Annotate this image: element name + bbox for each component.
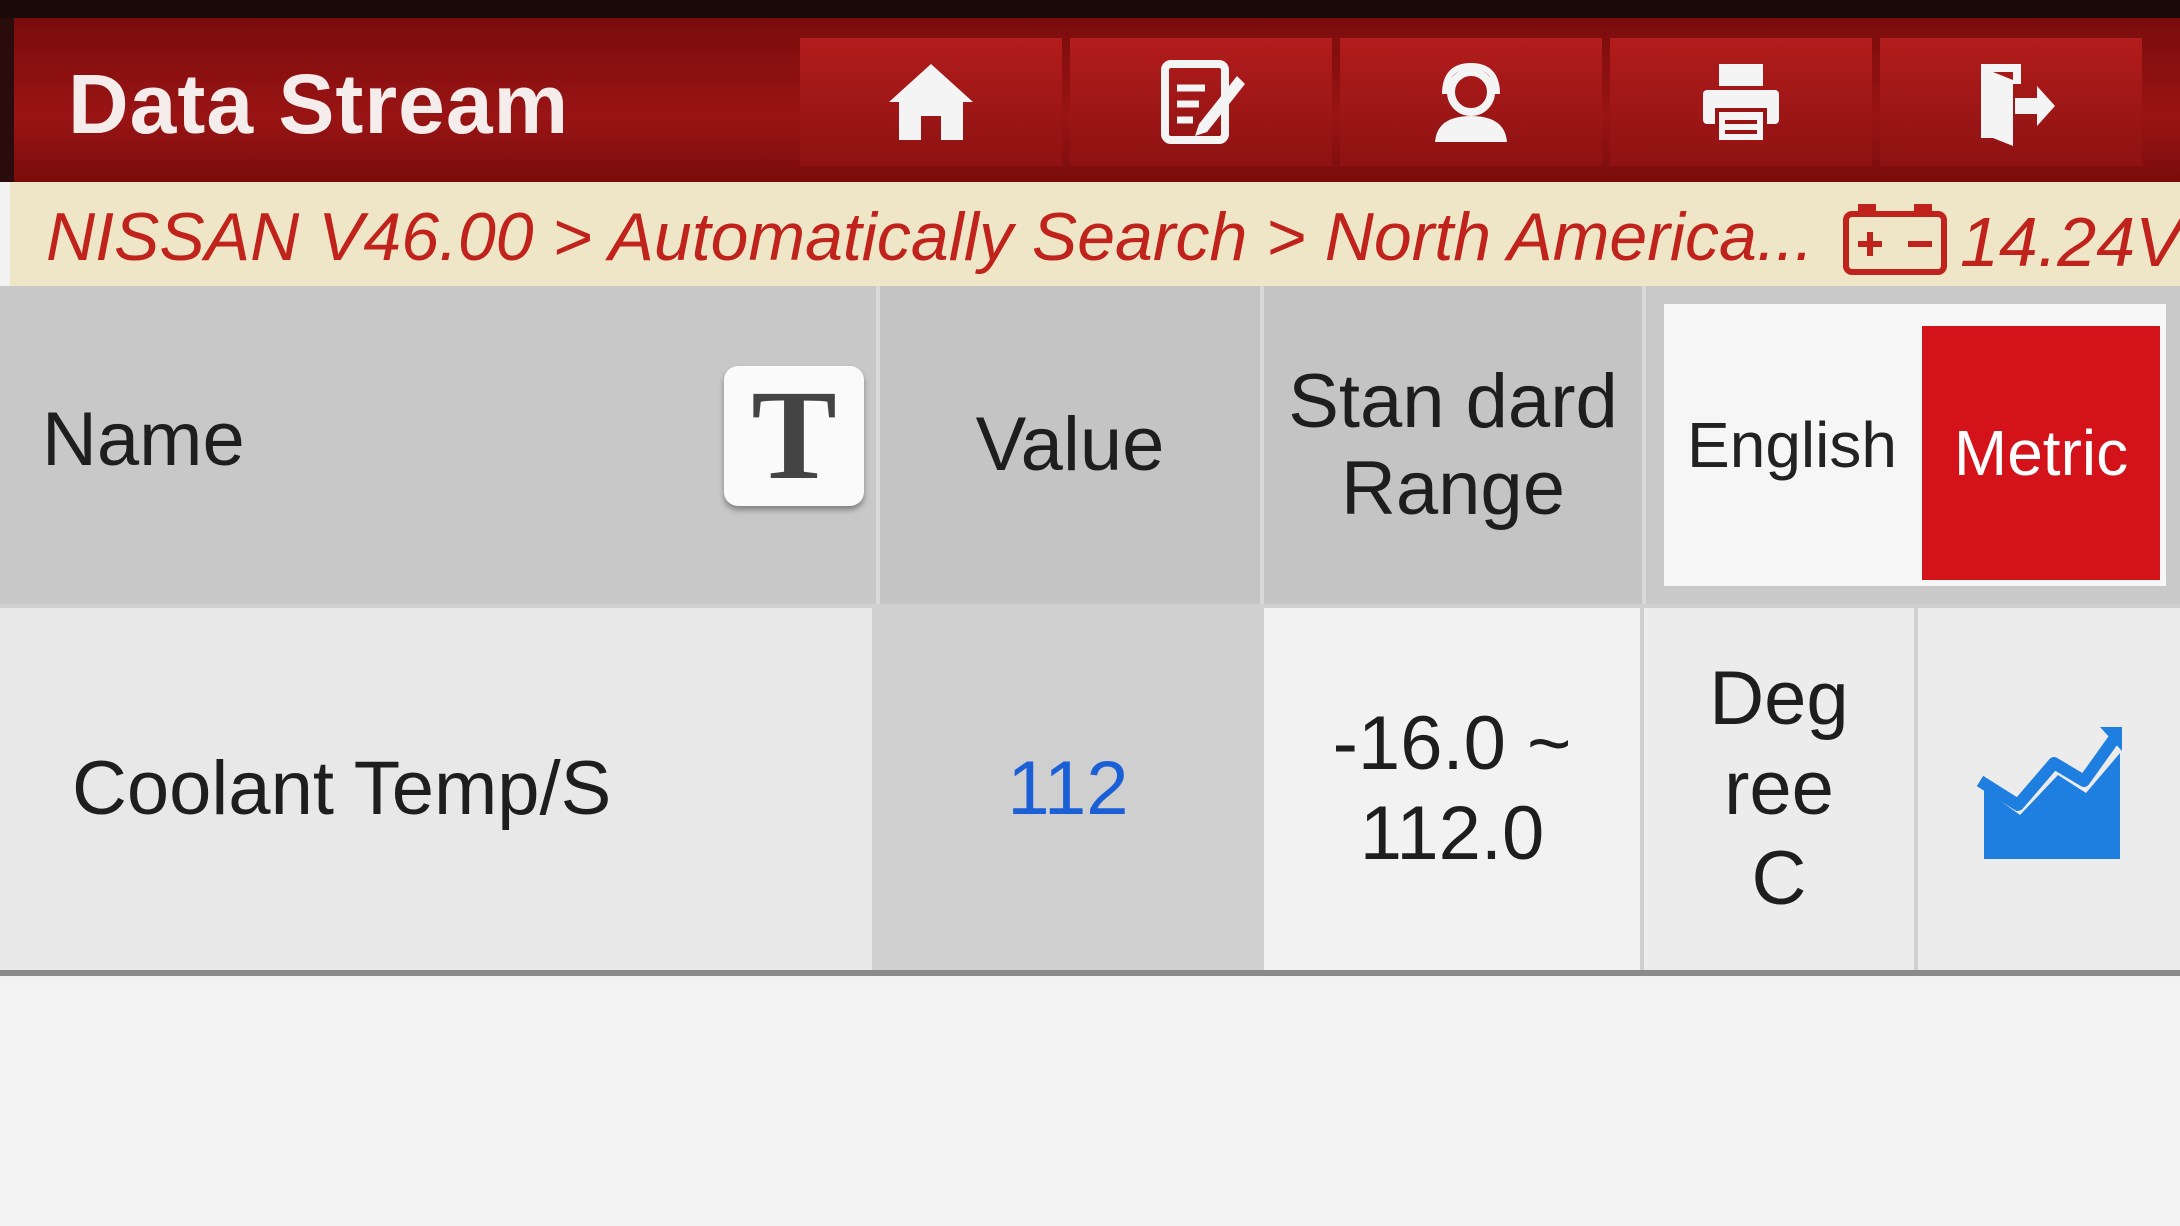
user-support-button[interactable] — [1340, 38, 1602, 166]
column-header-value: Value — [880, 286, 1264, 604]
row-name: Coolant Temp/S — [0, 608, 876, 970]
battery-voltage: 14.24V — [1960, 203, 2180, 281]
graph-button[interactable] — [1918, 608, 2180, 970]
edit-report-icon — [1161, 60, 1245, 144]
edit-report-button[interactable] — [1070, 38, 1332, 166]
column-name-label: Name — [42, 397, 245, 482]
row-value: 112 — [876, 608, 1264, 970]
text-size-button[interactable]: T — [724, 364, 864, 506]
unit-toggle: English Metric — [1664, 304, 2166, 586]
breadcrumb: NISSAN V46.00 > Automatically Search > N… — [10, 182, 2180, 286]
header-edge — [0, 18, 14, 182]
row-unit-text: Deg ree C — [1709, 656, 1849, 921]
exit-icon — [1981, 64, 2055, 146]
page-title: Data Stream — [68, 57, 570, 151]
table-row[interactable]: Coolant Temp/S 112 -16.0 ~ 112.0 Deg ree… — [0, 604, 2180, 976]
exit-button[interactable] — [1880, 38, 2142, 166]
print-button[interactable] — [1610, 38, 1872, 166]
column-header-name: Name T — [0, 286, 880, 604]
empty-area — [0, 982, 2180, 1226]
app-header: Data Stream — [0, 18, 2180, 182]
status-strip — [0, 0, 2180, 18]
battery-icon — [1843, 204, 1947, 275]
unit-english-button[interactable]: English — [1664, 304, 1920, 586]
breadcrumb-path: NISSAN V46.00 > Automatically Search > N… — [46, 199, 1814, 275]
home-icon — [889, 64, 973, 140]
home-button[interactable] — [800, 38, 1062, 166]
row-range: -16.0 ~ 112.0 — [1264, 608, 1644, 970]
unit-metric-button[interactable]: Metric — [1922, 326, 2160, 580]
table-header-row: Name T Value Stan dard Range English Met… — [0, 286, 2180, 604]
column-header-range: Stan dard Range — [1264, 286, 1646, 604]
graph-icon — [1976, 727, 2122, 859]
row-unit: Deg ree C — [1644, 608, 1918, 970]
row-range-text: -16.0 ~ 112.0 — [1332, 701, 1572, 876]
user-support-icon — [1435, 62, 1507, 142]
toolbar — [800, 38, 2150, 166]
printer-icon — [1703, 64, 1779, 144]
